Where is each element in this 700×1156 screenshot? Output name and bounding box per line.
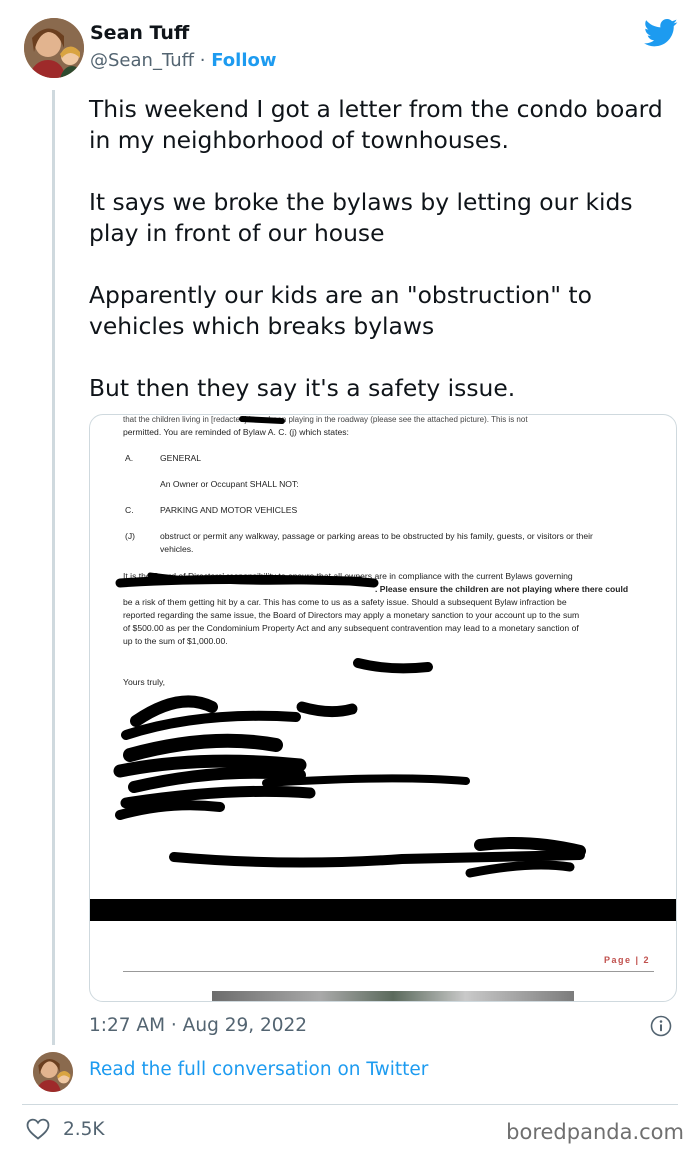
letter-page-number: Page | 2 xyxy=(603,955,650,965)
letter-image: that the children living in [redacted] h… xyxy=(90,415,676,1001)
like-count: 2.5K xyxy=(63,1119,105,1140)
attached-photo-strip xyxy=(212,991,574,1001)
author-handle[interactable]: @Sean_Tuff xyxy=(90,50,194,71)
author-handle-row: @Sean_Tuff · Follow xyxy=(90,50,277,71)
redaction-scribbles xyxy=(113,416,586,878)
read-conversation-link[interactable]: Read the full conversation on Twitter xyxy=(89,1059,428,1080)
follow-button[interactable]: Follow xyxy=(211,50,276,71)
watermark: boredpanda.com xyxy=(506,1120,684,1144)
thread-line xyxy=(52,90,55,1045)
heart-icon[interactable] xyxy=(26,1118,50,1140)
tweet-text: This weekend I got a letter from the con… xyxy=(89,95,663,402)
letter-page-rule xyxy=(123,971,654,972)
twitter-bird-icon[interactable] xyxy=(644,18,678,48)
info-icon[interactable] xyxy=(650,1015,672,1037)
author-name[interactable]: Sean Tuff xyxy=(90,22,189,44)
redaction-bar xyxy=(90,899,676,921)
footer-divider xyxy=(22,1104,678,1105)
author-avatar-small[interactable] xyxy=(33,1052,73,1092)
author-avatar[interactable] xyxy=(24,18,84,78)
handle-separator: · xyxy=(199,50,206,71)
tweet-timestamp[interactable]: 1:27 AM · Aug 29, 2022 xyxy=(89,1015,307,1036)
tweet-media-letter[interactable]: that the children living in [redacted] h… xyxy=(89,414,677,1002)
